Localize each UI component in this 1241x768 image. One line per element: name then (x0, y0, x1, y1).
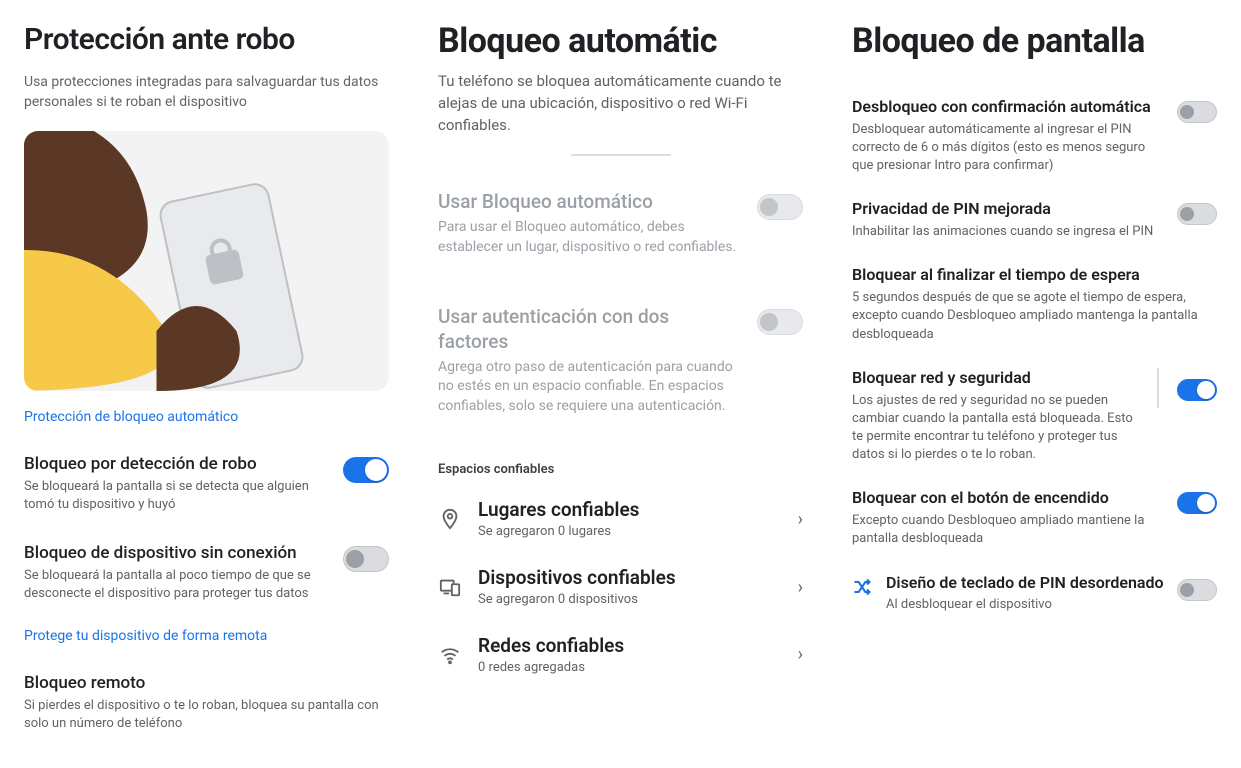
trusted-places-title: Lugares confiables (478, 499, 782, 522)
two-factor-title: Usar autenticación con dos factores (438, 305, 743, 354)
trusted-networks-sub: 0 redes agregadas (478, 660, 782, 675)
offline-lock-item[interactable]: Bloqueo de dispositivo sin conexión Se b… (24, 532, 389, 621)
power-lock-title: Bloquear con el botón de encendido (852, 488, 1163, 509)
shuffle-icon (852, 573, 874, 601)
divider (571, 154, 671, 156)
chevron-right-icon: › (798, 644, 803, 665)
trusted-places-row[interactable]: Lugares confiables Se agregaron 0 lugare… (438, 485, 803, 553)
use-autolock-toggle (757, 194, 803, 220)
pin-privacy-toggle[interactable] (1177, 203, 1217, 225)
remote-protect-link[interactable]: Protege tu dispositivo de forma remota (24, 628, 389, 644)
theft-detection-title: Bloqueo por detección de robo (24, 453, 329, 475)
trusted-networks-title: Redes confiables (478, 635, 782, 658)
chevron-right-icon: › (798, 577, 803, 598)
scramble-pin-toggle[interactable] (1177, 579, 1217, 601)
theft-illustration (24, 131, 389, 391)
power-lock-item[interactable]: Bloquear con el botón de encendido Excep… (852, 480, 1217, 564)
page-subtitle-theft: Usa protecciones integradas para salvagu… (24, 72, 389, 113)
trusted-devices-sub: Se agregaron 0 dispositivos (478, 592, 782, 607)
use-autolock-desc: Para usar el Bloqueo automático, debes e… (438, 218, 743, 257)
auto-confirm-item[interactable]: Desbloqueo con confirmación automática D… (852, 89, 1217, 191)
lock-timeout-item[interactable]: Bloquear al finalizar el tiempo de esper… (852, 257, 1217, 359)
page-subtitle-autolock: Tu teléfono se bloquea automáticamente c… (438, 71, 803, 136)
lock-network-desc: Los ajustes de red y seguridad no se pue… (852, 392, 1143, 465)
pin-privacy-desc: Inhabilitar las animaciones cuando se in… (852, 223, 1163, 241)
devices-icon (438, 576, 462, 598)
offline-lock-toggle[interactable] (343, 546, 389, 572)
offline-lock-desc: Se bloqueará la pantalla al poco tiempo … (24, 567, 329, 603)
scramble-pin-title: Diseño de teclado de PIN desordenado (886, 573, 1165, 594)
trusted-places-sub: Se agregaron 0 lugares (478, 524, 782, 539)
two-factor-item: Usar autenticación con dos factores Agre… (438, 295, 803, 434)
remote-lock-title: Bloqueo remoto (24, 672, 389, 694)
theft-detection-lock-item[interactable]: Bloqueo por detección de robo Se bloquea… (24, 443, 389, 532)
lock-timeout-desc: 5 segundos después de que se agote el ti… (852, 289, 1217, 344)
use-autolock-item: Usar Bloqueo automático Para usar el Blo… (438, 180, 803, 275)
trusted-devices-title: Dispositivos confiables (478, 567, 782, 590)
power-lock-toggle[interactable] (1177, 492, 1217, 514)
scramble-pin-item[interactable]: Diseño de teclado de PIN desordenado Al … (852, 565, 1217, 615)
lock-network-title: Bloquear red y seguridad (852, 368, 1143, 389)
page-title-autolock: Bloqueo automátic (438, 22, 803, 61)
page-title-screenlock: Bloqueo de pantalla (852, 22, 1217, 61)
page-title-theft: Protección ante robo (24, 22, 389, 58)
auto-confirm-toggle[interactable] (1177, 101, 1217, 123)
remote-lock-item[interactable]: Bloqueo remoto Si pierdes el dispositivo… (24, 662, 389, 733)
lock-network-item[interactable]: Bloquear red y seguridad Los ajustes de … (852, 360, 1217, 481)
offline-lock-title: Bloqueo de dispositivo sin conexión (24, 542, 329, 564)
wifi-icon (438, 644, 462, 666)
theft-detection-toggle[interactable] (343, 457, 389, 483)
auto-confirm-desc: Desbloquear automáticamente al ingresar … (852, 121, 1163, 176)
power-lock-desc: Excepto cuando Desbloqueo ampliado manti… (852, 512, 1163, 548)
pin-privacy-title: Privacidad de PIN mejorada (852, 199, 1163, 220)
trusted-spaces-label: Espacios confiables (438, 462, 803, 477)
divider-rule (1157, 368, 1159, 408)
auto-lock-protection-link[interactable]: Protección de bloqueo automático (24, 409, 389, 425)
lock-timeout-title: Bloquear al finalizar el tiempo de esper… (852, 265, 1217, 286)
two-factor-toggle (757, 309, 803, 335)
lock-network-toggle[interactable] (1177, 379, 1217, 401)
scramble-pin-desc: Al desbloquear el dispositivo (886, 596, 1165, 614)
use-autolock-title: Usar Bloqueo automático (438, 190, 743, 215)
theft-detection-desc: Se bloqueará la pantalla si se detecta q… (24, 478, 329, 514)
pin-privacy-item[interactable]: Privacidad de PIN mejorada Inhabilitar l… (852, 191, 1217, 257)
location-icon (438, 508, 462, 530)
chevron-right-icon: › (798, 509, 803, 530)
trusted-devices-row[interactable]: Dispositivos confiables Se agregaron 0 d… (438, 553, 803, 621)
two-factor-desc: Agrega otro paso de autenticación para c… (438, 358, 743, 417)
remote-lock-desc: Si pierdes el dispositivo o te lo roban,… (24, 697, 389, 733)
auto-confirm-title: Desbloqueo con confirmación automática (852, 97, 1163, 118)
trusted-networks-row[interactable]: Redes confiables 0 redes agregadas › (438, 621, 803, 689)
